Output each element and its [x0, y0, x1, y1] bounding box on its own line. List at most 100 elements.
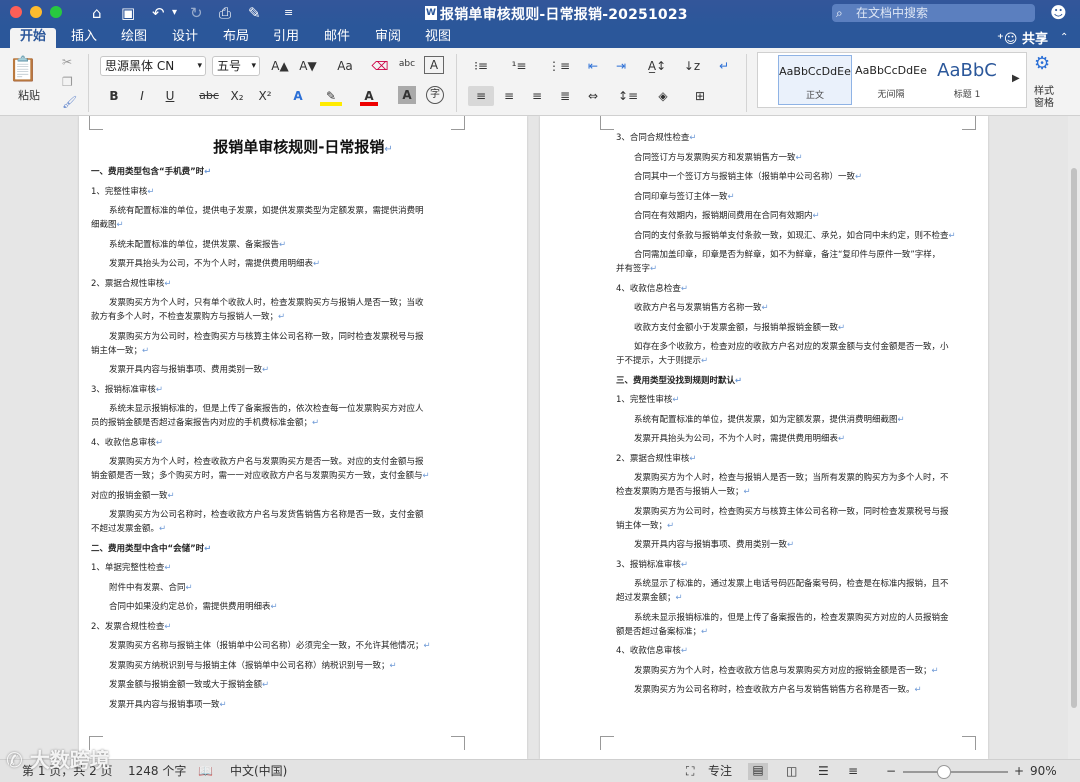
- undo-dropdown-icon[interactable]: ▾: [172, 3, 177, 23]
- zoom-out-icon[interactable]: −: [886, 764, 896, 779]
- bold-button[interactable]: B: [104, 86, 124, 106]
- focus-label[interactable]: 专注: [708, 764, 732, 779]
- phonetic-guide-icon[interactable]: abc: [396, 54, 418, 74]
- justify-icon[interactable]: ≣: [554, 86, 576, 106]
- paragraph-mark-icon: ↵: [185, 582, 193, 593]
- page-1[interactable]: 报销单审核规则-日常报销↵ 一、费用类型包含“手机费”时↵ 1、完整性审核↵ 系统有…: [79, 116, 527, 759]
- format-painter-icon[interactable]: 🖌: [62, 92, 77, 112]
- line-text: 发票购买方为个人时，检查与报销人是否一致；当所有发票的购买方为多个人时，不: [634, 473, 949, 483]
- tab-draw[interactable]: 绘图: [114, 28, 154, 48]
- decrease-indent-icon[interactable]: ⇤: [582, 56, 604, 76]
- scroll-thumb[interactable]: [1071, 168, 1077, 708]
- bullets-icon[interactable]: ⁝≡: [466, 56, 496, 76]
- align-left-icon[interactable]: ≡: [468, 86, 494, 106]
- paragraph-line: 合同其中一个签订方与报销主体（报销单中公司名称）一致↵: [634, 171, 862, 185]
- save-icon[interactable]: ▣: [121, 3, 135, 23]
- align-right-icon[interactable]: ≡: [526, 86, 548, 106]
- minimize-window-button[interactable]: [30, 6, 42, 18]
- paragraph-mark-icon: ↵: [142, 345, 150, 356]
- tab-design[interactable]: 设计: [165, 28, 205, 48]
- increase-indent-icon[interactable]: ⇥: [610, 56, 632, 76]
- home-icon[interactable]: ⌂: [92, 3, 102, 23]
- paragraph-mark-icon: ↵: [948, 230, 956, 241]
- cut-icon[interactable]: ✂: [62, 52, 72, 72]
- multilevel-list-icon[interactable]: ⋮≡: [544, 56, 574, 76]
- font-size-select[interactable]: 五号 ▾: [212, 56, 260, 76]
- line-text: 发票购买方为公司名称时，检查收款方户名与发销售销售方名称是否一致。: [634, 685, 915, 695]
- paragraph-line: 系统有配置标准的单位，提供电子发票，如提供发票类型为定额发票，需提供消费明: [109, 205, 424, 219]
- align-center-icon[interactable]: ≡: [498, 86, 520, 106]
- text-effects-icon[interactable]: A: [288, 86, 308, 106]
- underline-button[interactable]: U: [160, 86, 180, 106]
- char-border-icon[interactable]: A: [424, 56, 444, 74]
- styles-pane-label[interactable]: 样式 窗格: [1034, 86, 1054, 110]
- tab-home[interactable]: 开始: [10, 28, 56, 48]
- collapse-ribbon-icon[interactable]: ⌃: [1060, 32, 1068, 43]
- user-account-icon[interactable]: ☻: [1050, 3, 1067, 22]
- edit-doc-icon[interactable]: ✎: [248, 3, 261, 23]
- undo-icon[interactable]: ↶: [152, 3, 165, 23]
- clear-format-icon[interactable]: ⌫: [368, 56, 392, 76]
- style-normal[interactable]: AaBbCcDdEe 正文: [778, 55, 852, 105]
- styles-pane-icon[interactable]: ⚙: [1034, 54, 1050, 74]
- subscript-button[interactable]: X₂: [226, 86, 248, 106]
- tab-references[interactable]: 引用: [266, 28, 306, 48]
- font-color-icon[interactable]: A: [360, 86, 378, 106]
- focus-icon[interactable]: ⛶: [686, 764, 694, 779]
- borders-icon[interactable]: ⊞: [686, 86, 714, 106]
- italic-button[interactable]: I: [132, 86, 152, 106]
- redo-icon[interactable]: ↻: [190, 3, 203, 23]
- sort-asian-icon[interactable]: A̲↕: [642, 56, 672, 76]
- zoom-in-icon[interactable]: +: [1014, 764, 1024, 779]
- share-button[interactable]: ⁺☺ 共享: [997, 28, 1048, 47]
- change-case-button[interactable]: Aa: [330, 56, 360, 76]
- grow-font-button[interactable]: A▲: [268, 56, 292, 76]
- style-no-spacing[interactable]: AaBbCcDdEe 无间隔: [854, 55, 928, 105]
- web-layout-icon[interactable]: ◫: [786, 764, 797, 779]
- tab-mailings[interactable]: 邮件: [317, 28, 357, 48]
- paragraph-line: 发票开具抬头为公司，不为个人时，需提供费用明细表↵: [109, 258, 320, 272]
- zoom-window-button[interactable]: [50, 6, 62, 18]
- proofing-icon[interactable]: 📖: [198, 764, 213, 779]
- copy-icon[interactable]: ❐: [62, 72, 73, 92]
- paragraph-line: 细截图↵: [91, 219, 124, 233]
- customize-toolbar-icon[interactable]: ≡: [284, 3, 293, 23]
- enclose-char-icon[interactable]: 字: [426, 86, 444, 104]
- tab-insert[interactable]: 插入: [64, 28, 104, 48]
- styles-more-icon[interactable]: ▶: [1012, 69, 1020, 89]
- paragraph-mark-icon: ↵: [680, 283, 689, 294]
- print-icon[interactable]: ⎙: [219, 3, 231, 23]
- tab-view[interactable]: 视图: [418, 28, 458, 48]
- paragraph-mark-icon: ↵: [423, 641, 431, 651]
- font-name-select[interactable]: 思源黑体 CN ▾: [100, 56, 206, 76]
- vertical-scrollbar[interactable]: [1068, 116, 1080, 759]
- tab-layout[interactable]: 布局: [216, 28, 256, 48]
- distributed-icon[interactable]: ⇔: [582, 86, 604, 106]
- close-window-button[interactable]: [10, 6, 22, 18]
- page-2[interactable]: 3、合同合规性检查↵ 合同签订方与发票购买方和发票销售方一致↵ 合同其中一个签订方与…: [540, 116, 988, 759]
- paragraph-mark-icon: ↵: [701, 626, 709, 637]
- shading-icon[interactable]: ◈: [650, 86, 676, 106]
- outline-icon[interactable]: ☰: [818, 764, 829, 779]
- strikethrough-button[interactable]: abc: [196, 86, 222, 106]
- zoom-slider[interactable]: [903, 771, 1008, 773]
- word-count[interactable]: 1248 个字: [128, 764, 186, 779]
- paste-icon[interactable]: 📋: [8, 54, 38, 88]
- search-input[interactable]: ⌕ 在文档中搜索: [832, 4, 1035, 22]
- numbering-icon[interactable]: ¹≡: [504, 56, 534, 76]
- zoom-slider-handle[interactable]: [937, 765, 951, 779]
- superscript-button[interactable]: X²: [254, 86, 276, 106]
- language[interactable]: 中文(中国): [230, 764, 287, 779]
- highlight-icon[interactable]: ✎: [320, 86, 342, 106]
- char-shading-icon[interactable]: A: [398, 86, 416, 104]
- show-marks-icon[interactable]: ↵: [712, 56, 736, 76]
- zoom-level[interactable]: 90%: [1030, 764, 1057, 779]
- tab-review[interactable]: 审阅: [368, 28, 408, 48]
- sort-icon[interactable]: ↓z: [680, 56, 704, 76]
- document-canvas[interactable]: 报销单审核规则-日常报销↵ 一、费用类型包含“手机费”时↵ 1、完整性审核↵ 系统有…: [0, 116, 1080, 759]
- print-layout-icon[interactable]: ▤: [748, 763, 768, 780]
- line-spacing-icon[interactable]: ↕≡: [614, 86, 642, 106]
- shrink-font-button[interactable]: A▼: [296, 56, 320, 76]
- draft-icon[interactable]: ≡: [848, 764, 858, 779]
- style-heading-1[interactable]: AaBbC 标题 1: [930, 55, 1004, 105]
